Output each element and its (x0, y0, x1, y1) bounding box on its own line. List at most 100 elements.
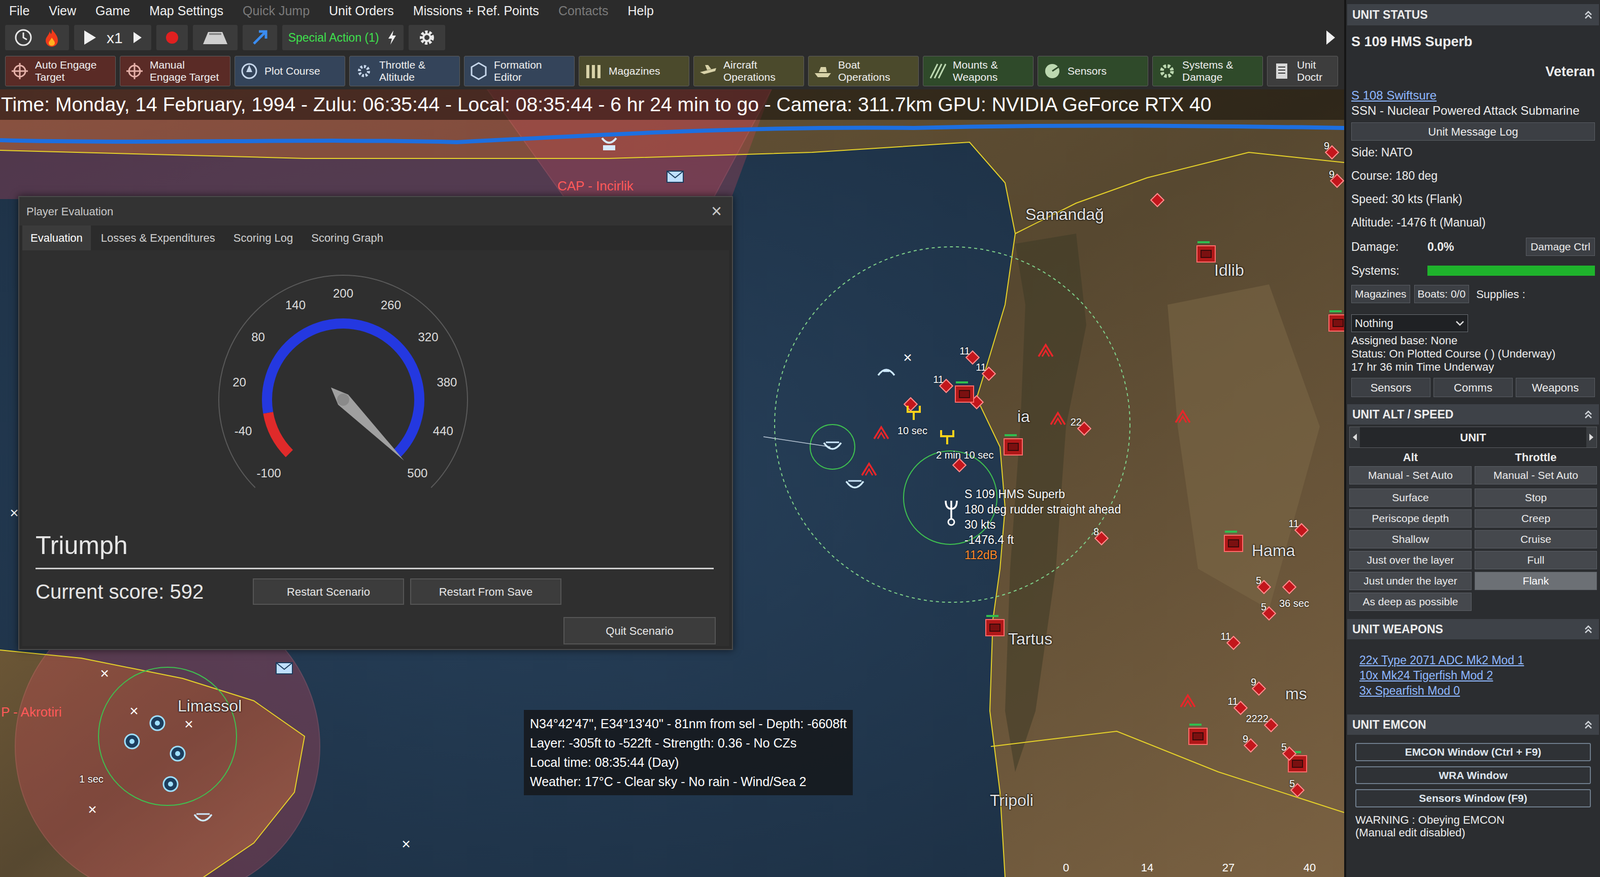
alt-mode-button[interactable]: Manual - Set Auto (1349, 465, 1472, 485)
throttle-mode-button[interactable]: Manual - Set Auto (1474, 465, 1597, 485)
unknown-aircraft-icon[interactable] (939, 427, 956, 446)
collapse-right-icon[interactable] (1323, 27, 1338, 48)
menu-item[interactable]: Missions + Ref. Points (413, 1, 540, 21)
alt-speed-header[interactable]: UNIT ALT / SPEED (1347, 404, 1599, 425)
menu-item[interactable]: Contacts (558, 1, 609, 21)
preset-button[interactable]: Cruise (1474, 529, 1597, 549)
map-marker[interactable]: × (184, 716, 194, 732)
record-button[interactable] (156, 24, 188, 51)
emcon-button[interactable]: Sensors Window (F9) (1355, 788, 1591, 808)
map-marker[interactable] (1152, 194, 1163, 206)
menu-item[interactable]: File (9, 1, 30, 21)
unit-status-header[interactable]: UNIT STATUS (1347, 4, 1599, 26)
unit-tab-button[interactable]: Sensors (1351, 377, 1431, 397)
friendly-base-icon[interactable] (169, 744, 187, 762)
map-marker[interactable] (954, 459, 965, 471)
dialog-tab[interactable]: Scoring Log (225, 225, 302, 251)
collapse-icon[interactable] (1582, 9, 1594, 21)
record-icon[interactable] (164, 29, 180, 46)
special-action-label[interactable]: Special Action (1) (288, 28, 380, 47)
restart-from-save-button[interactable]: Restart From Save (410, 578, 562, 605)
next-arrow-icon[interactable] (1586, 426, 1597, 448)
map-marker[interactable] (876, 362, 897, 379)
friendly-base-icon[interactable] (123, 732, 141, 750)
map-marker[interactable] (943, 498, 959, 527)
facility-icon[interactable] (1196, 245, 1216, 263)
map-marker[interactable] (192, 811, 214, 826)
map-marker[interactable] (1284, 581, 1295, 592)
arrow-icon[interactable] (250, 28, 270, 47)
map-marker[interactable] (1179, 692, 1197, 709)
map-marker[interactable]: × (100, 665, 110, 681)
action-button[interactable]: FormationEditor (463, 55, 575, 87)
map-marker[interactable]: 9 (1331, 175, 1343, 186)
map-marker[interactable]: 5 (1258, 581, 1270, 592)
time-compression[interactable]: x1 (106, 26, 123, 50)
formation-button[interactable] (192, 24, 238, 51)
map-marker[interactable]: × (9, 505, 19, 521)
preset-button[interactable]: Just under the layer (1349, 571, 1472, 590)
weapon-link[interactable]: 3x Spearfish Mod 0 (1359, 682, 1587, 698)
map-marker[interactable]: × (401, 836, 411, 852)
radar-icon[interactable] (598, 131, 620, 153)
map-marker[interactable]: 11 (1296, 524, 1307, 536)
hostile-aircraft-icon[interactable] (1037, 342, 1055, 358)
special-action-button[interactable]: Special Action (1) (282, 24, 404, 51)
x-mark[interactable]: × (100, 665, 110, 681)
facility-icon[interactable] (954, 385, 975, 403)
preset-button[interactable]: Shallow (1349, 529, 1472, 549)
hostile-contact-icon[interactable] (1150, 192, 1165, 208)
map-marker[interactable] (1003, 438, 1023, 456)
weapons-header[interactable]: UNIT WEAPONS (1347, 618, 1599, 640)
x-mark[interactable]: × (184, 716, 194, 732)
map-marker[interactable] (1223, 534, 1244, 552)
ramp-icon[interactable] (201, 28, 230, 47)
damage-ctrl-button[interactable]: Damage Ctrl (1525, 237, 1595, 256)
map-marker[interactable] (148, 714, 166, 732)
clock-icon[interactable] (13, 27, 34, 48)
dialog-tab[interactable]: Scoring Graph (303, 225, 392, 251)
supplies-dropdown[interactable]: Nothing (1351, 314, 1469, 332)
gear-icon[interactable] (416, 27, 438, 48)
menu-item[interactable]: Quick Jump (242, 1, 310, 21)
collapse-panel-button[interactable] (1323, 27, 1338, 48)
envelope-icon[interactable] (275, 661, 294, 675)
emcon-button[interactable]: WRA Window (1355, 765, 1591, 785)
dialog-tab[interactable]: Losses & Expenditures (92, 225, 224, 251)
facility-icon[interactable] (1328, 314, 1345, 332)
menu-item[interactable]: View (48, 1, 77, 21)
map-marker[interactable] (905, 403, 922, 421)
dialog-title-bar[interactable]: Player Evaluation × (19, 196, 732, 226)
map-marker[interactable]: 5 (1292, 784, 1303, 795)
map-marker[interactable] (1328, 314, 1345, 332)
action-button[interactable]: UnitDoctr (1267, 55, 1339, 87)
map-marker[interactable] (844, 478, 866, 493)
play-icon[interactable] (82, 28, 98, 47)
preset-button[interactable]: Surface (1349, 488, 1472, 507)
friendly-base-icon[interactable] (161, 775, 180, 793)
hostile-aircraft-icon[interactable] (860, 461, 878, 477)
restart-scenario-button[interactable]: Restart Scenario (252, 578, 405, 605)
fire-icon[interactable] (42, 27, 61, 48)
map-marker[interactable] (123, 732, 141, 750)
action-button[interactable]: Plot Course (234, 55, 346, 87)
map-marker[interactable] (872, 424, 890, 441)
map-marker[interactable]: × (903, 349, 913, 365)
map-marker[interactable]: 11 (1228, 637, 1239, 648)
facility-icon[interactable] (1223, 534, 1244, 552)
facility-icon[interactable] (1188, 727, 1208, 745)
quit-scenario-button[interactable]: Quit Scenario (563, 616, 716, 645)
unit-selector[interactable]: UNIT (1349, 426, 1597, 448)
friendly-aircraft-icon[interactable] (876, 362, 897, 379)
map-marker[interactable]: 9 (1245, 740, 1256, 751)
map-marker[interactable]: 8 (1096, 532, 1107, 544)
preset-button[interactable]: Full (1474, 550, 1597, 570)
map-marker[interactable]: 5 (1284, 748, 1295, 759)
preset-button[interactable]: Stop (1474, 488, 1597, 507)
preset-button[interactable]: Periscope depth (1349, 509, 1472, 528)
boats-button[interactable]: Boats: 0/0 (1414, 284, 1470, 304)
preset-button[interactable]: Flank (1474, 571, 1597, 590)
hostile-aircraft-icon[interactable] (1179, 692, 1197, 709)
map-marker[interactable]: 11 (983, 368, 994, 379)
submarine-icon[interactable] (943, 498, 959, 527)
